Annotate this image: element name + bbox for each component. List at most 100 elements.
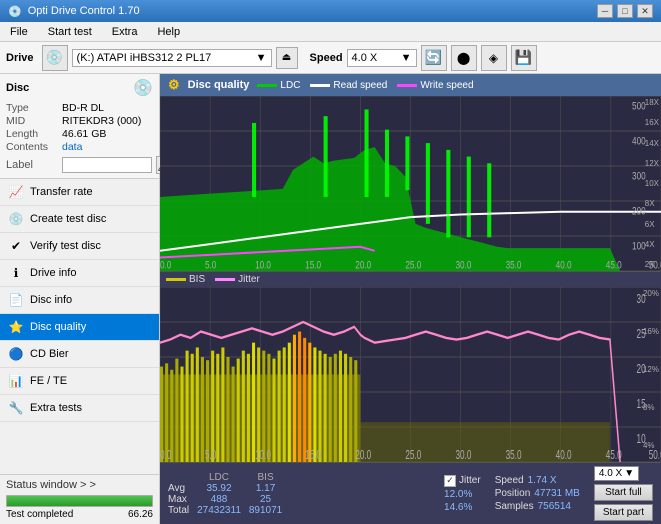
save-icon[interactable]: 💾 xyxy=(511,45,537,71)
total-bis: 891071 xyxy=(249,505,290,516)
app-icon: 💿 xyxy=(8,5,22,18)
svg-text:30.0: 30.0 xyxy=(455,259,471,271)
mid-label: MID xyxy=(6,115,58,127)
svg-text:40.0: 40.0 xyxy=(556,448,572,462)
svg-text:25.0: 25.0 xyxy=(405,448,421,462)
sidebar-item-verify-test-disc[interactable]: ✔ Verify test disc xyxy=(0,233,159,260)
speed-selector[interactable]: 4.0 X ▼ xyxy=(347,49,417,67)
svg-text:15.0: 15.0 xyxy=(305,259,321,271)
menu-help[interactable]: Help xyxy=(151,24,186,40)
stats-table: LDC BIS Avg 35.92 1.17 Max 488 25 Tota xyxy=(168,472,438,516)
sidebar-item-create-test-disc[interactable]: 💿 Create test disc xyxy=(0,206,159,233)
svg-text:10.0: 10.0 xyxy=(255,448,271,462)
length-value: 46.61 GB xyxy=(62,128,106,140)
maximize-button[interactable]: □ xyxy=(617,4,633,18)
fe-te-icon: 📊 xyxy=(8,373,24,389)
menu-file[interactable]: File xyxy=(4,24,34,40)
disc-quality-icon: ⭐ xyxy=(8,319,24,335)
nav-label-transfer-rate: Transfer rate xyxy=(30,186,93,198)
jitter-checkbox[interactable]: ✓ xyxy=(444,475,456,487)
sidebar-item-disc-info[interactable]: 📄 Disc info xyxy=(0,287,159,314)
label-input[interactable] xyxy=(62,157,152,173)
stats-bar: LDC BIS Avg 35.92 1.17 Max 488 25 Tota xyxy=(160,462,661,524)
sidebar-item-cd-bier[interactable]: 🔵 CD Bier xyxy=(0,341,159,368)
svg-text:45.0: 45.0 xyxy=(606,259,622,271)
status-window-label: Status window > > xyxy=(6,479,96,491)
drive-selector[interactable]: (K:) ATAPI iHBS312 2 PL17 ▼ xyxy=(72,49,272,67)
nav-label-verify-test: Verify test disc xyxy=(30,240,101,252)
start-full-button[interactable]: Start full xyxy=(594,484,653,501)
bis-header: BIS xyxy=(249,472,290,483)
eject-button[interactable]: ⏏ xyxy=(276,47,298,69)
speed-stat-label: Speed xyxy=(495,475,524,486)
close-button[interactable]: ✕ xyxy=(637,4,653,18)
samples-value: 756514 xyxy=(538,501,571,512)
menu-start-test[interactable]: Start test xyxy=(42,24,98,40)
total-label: Total xyxy=(168,505,197,516)
read-speed-legend-label: Read speed xyxy=(333,80,387,91)
status-text: Test completed xyxy=(6,509,73,520)
minimize-button[interactable]: ─ xyxy=(597,4,613,18)
svg-text:400: 400 xyxy=(632,135,646,147)
avg-ldc: 35.92 xyxy=(197,483,249,494)
nav-label-cd-bier: CD Bier xyxy=(30,348,69,360)
nav-label-drive-info: Drive info xyxy=(30,267,76,279)
nav-label-disc-info: Disc info xyxy=(30,294,72,306)
menu-extra[interactable]: Extra xyxy=(106,24,144,40)
svg-text:0.0: 0.0 xyxy=(160,259,171,271)
bis-legend-label: BIS xyxy=(189,274,205,285)
length-label: Length xyxy=(6,128,58,140)
position-value: 47731 MB xyxy=(534,488,580,499)
start-part-button[interactable]: Start part xyxy=(594,504,653,521)
ldc-legend-label: LDC xyxy=(280,80,300,91)
write-speed-legend-label: Write speed xyxy=(420,80,473,91)
sidebar-item-disc-quality[interactable]: ⭐ Disc quality xyxy=(0,314,159,341)
read-speed-legend-dot xyxy=(310,84,330,87)
cd-bier-icon: 🔵 xyxy=(8,346,24,362)
settings-icon2[interactable]: ◈ xyxy=(481,45,507,71)
svg-text:40.0: 40.0 xyxy=(556,259,572,271)
svg-text:45.0: 45.0 xyxy=(606,448,622,462)
sidebar-item-extra-tests[interactable]: 🔧 Extra tests xyxy=(0,395,159,422)
total-ldc: 27432311 xyxy=(197,505,249,516)
max-label: Max xyxy=(168,494,197,505)
speed-mini-dropdown[interactable]: 4.0 X ▼ xyxy=(594,466,639,481)
svg-text:500: 500 xyxy=(632,100,646,112)
sidebar-item-transfer-rate[interactable]: 📈 Transfer rate xyxy=(0,179,159,206)
svg-text:5.0: 5.0 xyxy=(205,259,216,271)
type-label: Type xyxy=(6,102,58,114)
jitter-max: 14.6% xyxy=(444,502,472,513)
speed-label: Speed xyxy=(310,52,343,64)
settings-icon1[interactable]: ⬤ xyxy=(451,45,477,71)
drive-icon-btn[interactable]: 💿 xyxy=(42,45,68,71)
jitter-avg: 12.0% xyxy=(444,489,472,500)
sidebar-item-fe-te[interactable]: 📊 FE / TE xyxy=(0,368,159,395)
svg-text:100: 100 xyxy=(632,240,646,252)
svg-text:0.0: 0.0 xyxy=(160,448,171,462)
label-label: Label xyxy=(6,159,58,171)
drive-info-icon: ℹ xyxy=(8,265,24,281)
speed-position-stats: Speed 1.74 X Position 47731 MB Samples 7… xyxy=(495,475,580,512)
progress-bar-bg xyxy=(6,495,153,507)
nav-label-disc-quality: Disc quality xyxy=(30,321,86,333)
app-title: Opti Drive Control 1.70 xyxy=(28,5,140,17)
contents-value: data xyxy=(62,141,82,153)
refresh-icon[interactable]: 🔄 xyxy=(421,45,447,71)
disc-info-panel: Disc 💿 Type BD-R DL MID RITEKDR3 (000) L… xyxy=(0,74,159,179)
progress-bar-fill xyxy=(7,496,152,506)
toolbar: Drive 💿 (K:) ATAPI iHBS312 2 PL17 ▼ ⏏ Sp… xyxy=(0,42,661,74)
sidebar-item-drive-info[interactable]: ℹ Drive info xyxy=(0,260,159,287)
create-test-icon: 💿 xyxy=(8,211,24,227)
jitter-label: Jitter xyxy=(459,475,481,486)
status-window-button[interactable]: Status window > > xyxy=(6,479,153,491)
write-speed-legend-dot xyxy=(397,84,417,87)
drive-value: (K:) ATAPI iHBS312 2 PL17 xyxy=(77,52,212,64)
disc-panel-title: Disc xyxy=(6,82,29,94)
mid-value: RITEKDR3 (000) xyxy=(62,115,141,127)
svg-text:20.0: 20.0 xyxy=(355,259,371,271)
upper-chart: 0.0 5.0 10.0 15.0 20.0 25.0 30.0 35.0 40… xyxy=(160,96,661,272)
nav-label-extra-tests: Extra tests xyxy=(30,402,82,414)
jitter-stats: ✓ Jitter 12.0% 14.6% xyxy=(444,475,481,513)
title-bar: 💿 Opti Drive Control 1.70 ─ □ ✕ xyxy=(0,0,661,22)
disc-panel-icon: 💿 xyxy=(133,78,153,98)
